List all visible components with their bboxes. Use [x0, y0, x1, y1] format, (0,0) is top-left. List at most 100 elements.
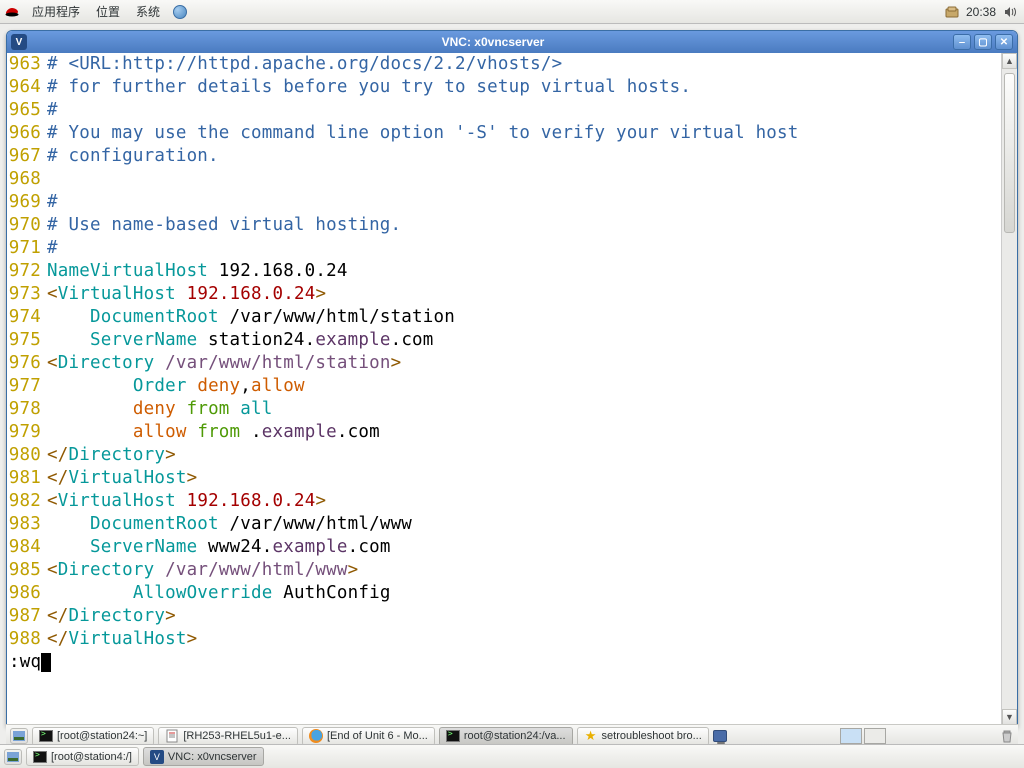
line-number: 981 [7, 467, 47, 490]
editor-line: 987</Directory> [7, 605, 1017, 628]
code-text: DocumentRoot /var/www/html/www [47, 513, 1017, 536]
host-top-panel: 应用程序 位置 系统 20:38 [0, 0, 1024, 24]
editor-line: 968 [7, 168, 1017, 191]
globe-icon[interactable] [172, 4, 188, 20]
maximize-button[interactable]: ▢ [974, 34, 992, 50]
taskbar-item-label: [RH253-RHEL5u1-e... [183, 730, 291, 742]
line-number: 967 [7, 145, 47, 168]
line-number: 963 [7, 53, 47, 76]
editor-line: 966# You may use the command line option… [7, 122, 1017, 145]
vnc-window: V VNC: x0vncserver ‒ ▢ ✕ 963# <URL:http:… [6, 30, 1018, 726]
vim-command-line[interactable]: :wq [7, 651, 1017, 674]
line-number: 964 [7, 76, 47, 99]
firefox-icon [309, 729, 323, 743]
terminal-icon [39, 729, 53, 743]
line-number: 987 [7, 605, 47, 628]
code-text [47, 168, 1017, 191]
scroll-down-arrow[interactable]: ▼ [1002, 709, 1017, 725]
vertical-scrollbar[interactable]: ▲ ▼ [1001, 53, 1017, 725]
code-text: ServerName www24.example.com [47, 536, 1017, 559]
code-text: <VirtualHost 192.168.0.24> [47, 490, 1017, 513]
line-number: 965 [7, 99, 47, 122]
line-number: 982 [7, 490, 47, 513]
code-text: <Directory /var/www/html/station> [47, 352, 1017, 375]
code-text: AllowOverride AuthConfig [47, 582, 1017, 605]
scroll-up-arrow[interactable]: ▲ [1002, 53, 1017, 69]
line-number: 970 [7, 214, 47, 237]
menu-places[interactable]: 位置 [92, 1, 124, 22]
editor-line: 974 DocumentRoot /var/www/html/station [7, 306, 1017, 329]
volume-icon[interactable] [1002, 4, 1018, 20]
code-text: Order deny,allow [47, 375, 1017, 398]
host-bottom-panel: [root@station4:/] V VNC: x0vncserver [0, 744, 1024, 768]
taskbar-item[interactable]: ★setroubleshoot bro... [577, 727, 709, 746]
code-text: # [47, 237, 1017, 260]
taskbar-item[interactable]: root@station24:/va... [439, 727, 573, 746]
menu-applications[interactable]: 应用程序 [28, 1, 84, 22]
trash-icon[interactable] [1000, 729, 1014, 743]
editor-line: 964# for further details before you try … [7, 76, 1017, 99]
code-text: # configuration. [47, 145, 1017, 168]
editor-line: 984 ServerName www24.example.com [7, 536, 1017, 559]
editor-line: 983 DocumentRoot /var/www/html/www [7, 513, 1017, 536]
clock[interactable]: 20:38 [966, 5, 996, 19]
menu-system[interactable]: 系统 [132, 1, 164, 22]
code-text: allow from .example.com [47, 421, 1017, 444]
editor-line: 975 ServerName station24.example.com [7, 329, 1017, 352]
code-text: DocumentRoot /var/www/html/station [47, 306, 1017, 329]
editor-line: 967# configuration. [7, 145, 1017, 168]
editor-line: 971# [7, 237, 1017, 260]
line-number: 966 [7, 122, 47, 145]
minimize-button[interactable]: ‒ [953, 34, 971, 50]
editor-line: 970# Use name-based virtual hosting. [7, 214, 1017, 237]
code-text: deny from all [47, 398, 1017, 421]
star-icon: ★ [584, 729, 598, 743]
vnc-icon: V [150, 750, 164, 764]
line-number: 974 [7, 306, 47, 329]
line-number: 972 [7, 260, 47, 283]
taskbar-item[interactable]: V VNC: x0vncserver [143, 747, 264, 766]
editor-line: 978 deny from all [7, 398, 1017, 421]
taskbar-item[interactable]: [root@station24:~] [32, 727, 154, 746]
cursor [41, 653, 51, 672]
show-desktop-button[interactable] [10, 728, 28, 744]
taskbar-item-label: root@station24:/va... [464, 730, 566, 742]
terminal-icon [33, 750, 47, 764]
code-text: </Directory> [47, 605, 1017, 628]
workspace-pager[interactable] [840, 728, 886, 744]
code-text: # <URL:http://httpd.apache.org/docs/2.2/… [47, 53, 1017, 76]
monitor-icon[interactable] [713, 729, 727, 743]
workspace[interactable] [864, 728, 886, 744]
scroll-track[interactable] [1002, 69, 1017, 709]
update-icon[interactable] [944, 4, 960, 20]
code-text: </Directory> [47, 444, 1017, 467]
taskbar-item[interactable]: [End of Unit 6 - Mo... [302, 727, 435, 746]
editor-line: 965# [7, 99, 1017, 122]
editor-line: 985<Directory /var/www/html/www> [7, 559, 1017, 582]
editor-line: 980</Directory> [7, 444, 1017, 467]
vim-editor[interactable]: 963# <URL:http://httpd.apache.org/docs/2… [7, 53, 1017, 725]
workspace[interactable] [840, 728, 862, 744]
document-icon [165, 729, 179, 743]
vim-command-text: :wq [9, 652, 41, 672]
code-text: </VirtualHost> [47, 467, 1017, 490]
line-number: 979 [7, 421, 47, 444]
code-text: <Directory /var/www/html/www> [47, 559, 1017, 582]
line-number: 969 [7, 191, 47, 214]
editor-line: 972NameVirtualHost 192.168.0.24 [7, 260, 1017, 283]
code-text: # You may use the command line option '-… [47, 122, 1017, 145]
vnc-titlebar[interactable]: V VNC: x0vncserver ‒ ▢ ✕ [7, 31, 1017, 53]
line-number: 978 [7, 398, 47, 421]
close-button[interactable]: ✕ [995, 34, 1013, 50]
code-text: </VirtualHost> [47, 628, 1017, 651]
editor-line: 982<VirtualHost 192.168.0.24> [7, 490, 1017, 513]
code-text: <VirtualHost 192.168.0.24> [47, 283, 1017, 306]
editor-line: 986 AllowOverride AuthConfig [7, 582, 1017, 605]
taskbar-item-label: VNC: x0vncserver [168, 751, 257, 763]
line-number: 971 [7, 237, 47, 260]
taskbar-item[interactable]: [root@station4:/] [26, 747, 139, 766]
scroll-thumb[interactable] [1004, 73, 1015, 233]
host-show-desktop-button[interactable] [4, 749, 22, 765]
taskbar-item[interactable]: [RH253-RHEL5u1-e... [158, 727, 298, 746]
redhat-icon[interactable] [4, 4, 20, 20]
